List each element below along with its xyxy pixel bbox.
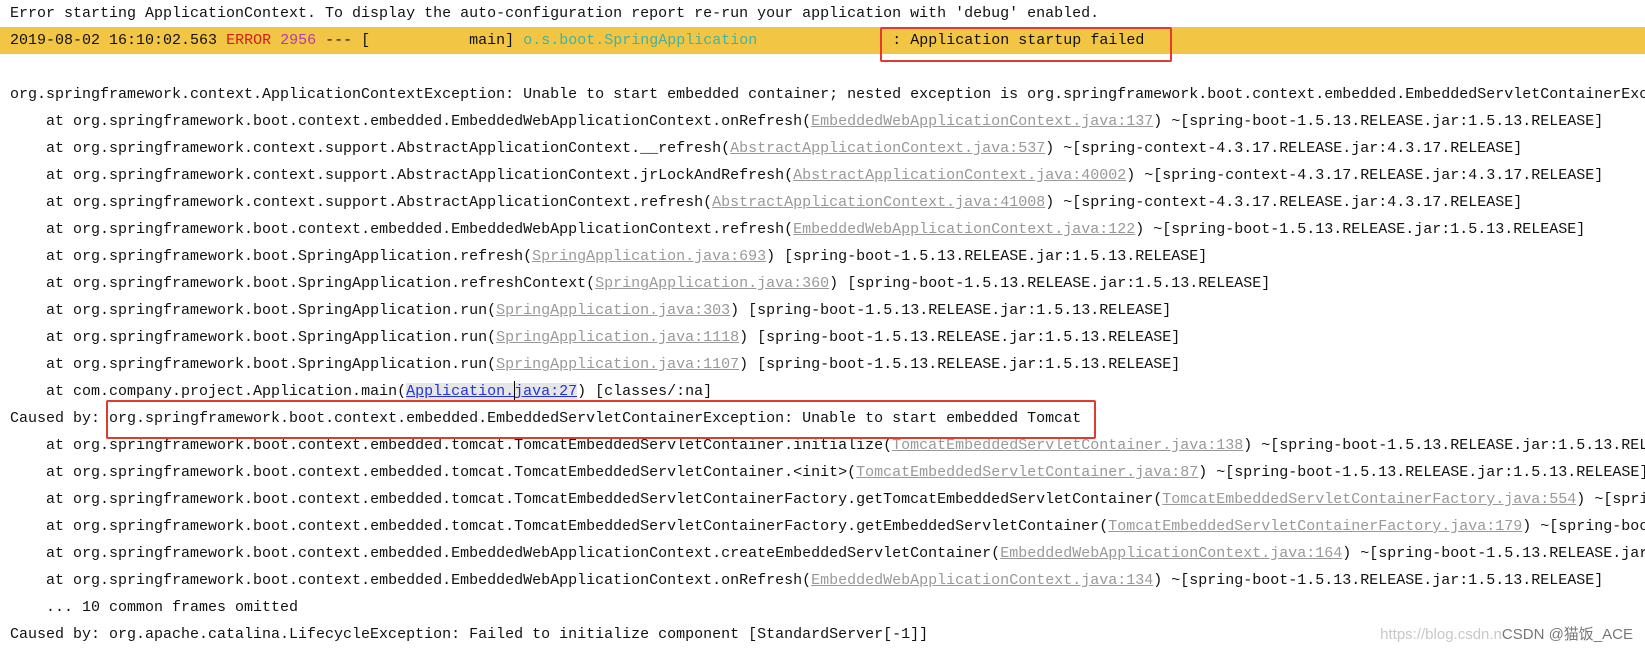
frame-method: org.springframework.boot.SpringApplicati… (73, 275, 587, 292)
frame-file-link[interactable]: SpringApplication.java:693 (532, 248, 766, 265)
log-entry-error: 2019-08-02 16:10:02.563 ERROR 2956 --- [… (0, 27, 1645, 54)
frame-file-link[interactable]: SpringApplication.java:1118 (496, 329, 739, 346)
omitted-text: ... 10 common frames omitted (46, 599, 299, 616)
frame-file-link[interactable]: EmbeddedWebApplicationContext.java:137 (811, 113, 1153, 130)
stack-frame: at org.springframework.boot.SpringApplic… (10, 329, 1181, 346)
frame-suffix: ~[spring-boot-1.5.13.RELEASE.jar:1.5.13.… (1171, 113, 1604, 130)
frame-method: org.springframework.context.support.Abst… (73, 167, 785, 184)
stack-frame: at org.springframework.context.support.A… (10, 140, 1523, 157)
frame-method: com.company.project.Application.main (73, 383, 398, 400)
frame-suffix: [spring-boot-1.5.13.RELEASE.jar:1.5.13.R… (847, 275, 1271, 292)
log-pid: 2956 (280, 32, 317, 49)
frame-suffix: ~[spring-boot-1.5.13.RELEASE.jar:1.5.13.… (1216, 464, 1645, 481)
frame-file-link[interactable]: TomcatEmbeddedServletContainer.java:87 (856, 464, 1198, 481)
frame-file-link[interactable]: AbstractApplicationContext.java:537 (730, 140, 1045, 157)
frame-file-link[interactable]: SpringApplication.java:303 (496, 302, 730, 319)
console-output: Error starting ApplicationContext. To di… (0, 0, 1645, 648)
log-level: ERROR (226, 32, 272, 49)
frame-file-link[interactable]: EmbeddedWebApplicationContext.java:134 (811, 572, 1153, 589)
watermark-brand: CSDN @猫饭_ACE (1501, 626, 1633, 643)
highlight-box-caused-by (106, 400, 1096, 439)
frame-method: org.springframework.boot.SpringApplicati… (73, 248, 524, 265)
frame-method: org.springframework.boot.context.embedde… (73, 572, 803, 589)
frame-file-link[interactable]: TomcatEmbeddedServletContainer.java:138 (892, 437, 1243, 454)
frame-file-link[interactable]: Application.java:27 (406, 381, 578, 402)
frame-method: org.springframework.boot.context.embedde… (73, 221, 785, 238)
frame-method: org.springframework.boot.context.embedde… (73, 518, 1100, 535)
stack-frame: at org.springframework.boot.context.embe… (0, 540, 1645, 567)
frame-method: org.springframework.context.support.Abst… (73, 194, 704, 211)
frame-suffix: ~[spring-boot-1.5.13.RELEASE.jar:1.5.13.… (1153, 221, 1586, 238)
stack-frame: at org.springframework.boot.SpringApplic… (10, 356, 1181, 373)
frame-file-link[interactable]: EmbeddedWebApplicationContext.java:164 (1000, 545, 1342, 562)
frame-suffix: ~[spring-boo (1540, 518, 1645, 535)
file-link-part: java:27 (514, 383, 578, 400)
stack-frame: at org.springframework.context.support.A… (10, 167, 1604, 184)
file-link-part: Application. (406, 383, 515, 400)
console-line-header: Error starting ApplicationContext. To di… (10, 5, 1100, 22)
frame-suffix: [classes/:na] (595, 383, 713, 400)
frame-suffix: [spring-boot-1.5.13.RELEASE.jar:1.5.13.R… (757, 329, 1181, 346)
stack-frame: at org.springframework.boot.context.embe… (0, 486, 1645, 513)
frame-file-link[interactable]: AbstractApplicationContext.java:40002 (793, 167, 1126, 184)
frame-method: org.springframework.boot.SpringApplicati… (73, 329, 488, 346)
frame-method: org.springframework.boot.context.embedde… (73, 464, 848, 481)
frame-suffix: ~[spring-context-4.3.17.RELEASE.jar:4.3.… (1144, 167, 1604, 184)
watermark-url: https://blog.csdn.n (1380, 626, 1502, 643)
watermark: https://blog.csdn.nCSDN @猫饭_ACE (1380, 623, 1633, 644)
stack-frame: at org.springframework.boot.context.embe… (10, 221, 1586, 238)
frame-method: org.springframework.context.support.Abst… (73, 140, 722, 157)
frame-file-link[interactable]: SpringApplication.java:360 (595, 275, 829, 292)
frame-suffix: [spring-boot-1.5.13.RELEASE.jar:1.5.13.R… (784, 248, 1208, 265)
omitted-frames-line: ... 10 common frames omitted (0, 594, 1645, 621)
log-thread: [ main] (361, 32, 515, 49)
frame-file-link[interactable]: TomcatEmbeddedServletContainerFactory.ja… (1162, 491, 1576, 508)
frame-file-link[interactable]: EmbeddedWebApplicationContext.java:122 (793, 221, 1135, 238)
log-separator: --- (325, 32, 353, 49)
frame-method: org.springframework.boot.context.embedde… (73, 491, 1154, 508)
stack-frame: at org.springframework.context.support.A… (10, 194, 1523, 211)
frame-suffix: ~[spring-context-4.3.17.RELEASE.jar:4.3.… (1063, 140, 1523, 157)
frame-suffix: ~[spring-boot-1.5.13.RELEASE.jar:1.5.13.… (1171, 572, 1604, 589)
frame-method: org.springframework.boot.context.embedde… (73, 545, 992, 562)
stack-frame: at org.springframework.boot.context.embe… (0, 513, 1645, 540)
frame-method: org.springframework.boot.SpringApplicati… (73, 356, 488, 373)
frame-suffix: ~[spring-context-4.3.17.RELEASE.jar:4.3.… (1063, 194, 1523, 211)
highlight-box-startup-failed (880, 27, 1172, 62)
frame-suffix: [spring-boot-1.5.13.RELEASE.jar:1.5.13.R… (748, 302, 1172, 319)
stack-frame: at org.springframework.boot.SpringApplic… (10, 248, 1208, 265)
frame-suffix: ~[spring-boot-1.5.13.RELEASE.jar:1.5.13.… (1261, 437, 1645, 454)
caused-by-label: Caused by: (10, 410, 101, 427)
frame-method: org.springframework.boot.context.embedde… (73, 437, 884, 454)
stack-frame: at org.springframework.boot.context.embe… (0, 459, 1645, 486)
log-timestamp: 2019-08-02 16:10:02.563 (10, 32, 218, 49)
frame-method: org.springframework.boot.SpringApplicati… (73, 302, 488, 319)
frame-suffix: ~[spring-boot-1.5.13.RELEASE.jar (1360, 545, 1645, 562)
stack-frame: at org.springframework.boot.context.embe… (10, 113, 1604, 130)
frame-file-link[interactable]: SpringApplication.java:1107 (496, 356, 739, 373)
log-logger: o.s.boot.SpringApplication (523, 32, 758, 49)
frame-file-link[interactable]: AbstractApplicationContext.java:41008 (712, 194, 1045, 211)
frame-suffix: [spring-boot-1.5.13.RELEASE.jar:1.5.13.R… (757, 356, 1181, 373)
stack-frame: at org.springframework.boot.context.embe… (10, 572, 1604, 589)
stack-frame: at org.springframework.boot.SpringApplic… (10, 302, 1172, 319)
exception-line: org.springframework.context.ApplicationC… (10, 86, 1645, 103)
frame-file-link[interactable]: TomcatEmbeddedServletContainerFactory.ja… (1108, 518, 1522, 535)
stack-frame: at org.springframework.boot.SpringApplic… (10, 275, 1271, 292)
frame-method: org.springframework.boot.context.embedde… (73, 113, 803, 130)
frame-suffix: ~[spri (1594, 491, 1645, 508)
